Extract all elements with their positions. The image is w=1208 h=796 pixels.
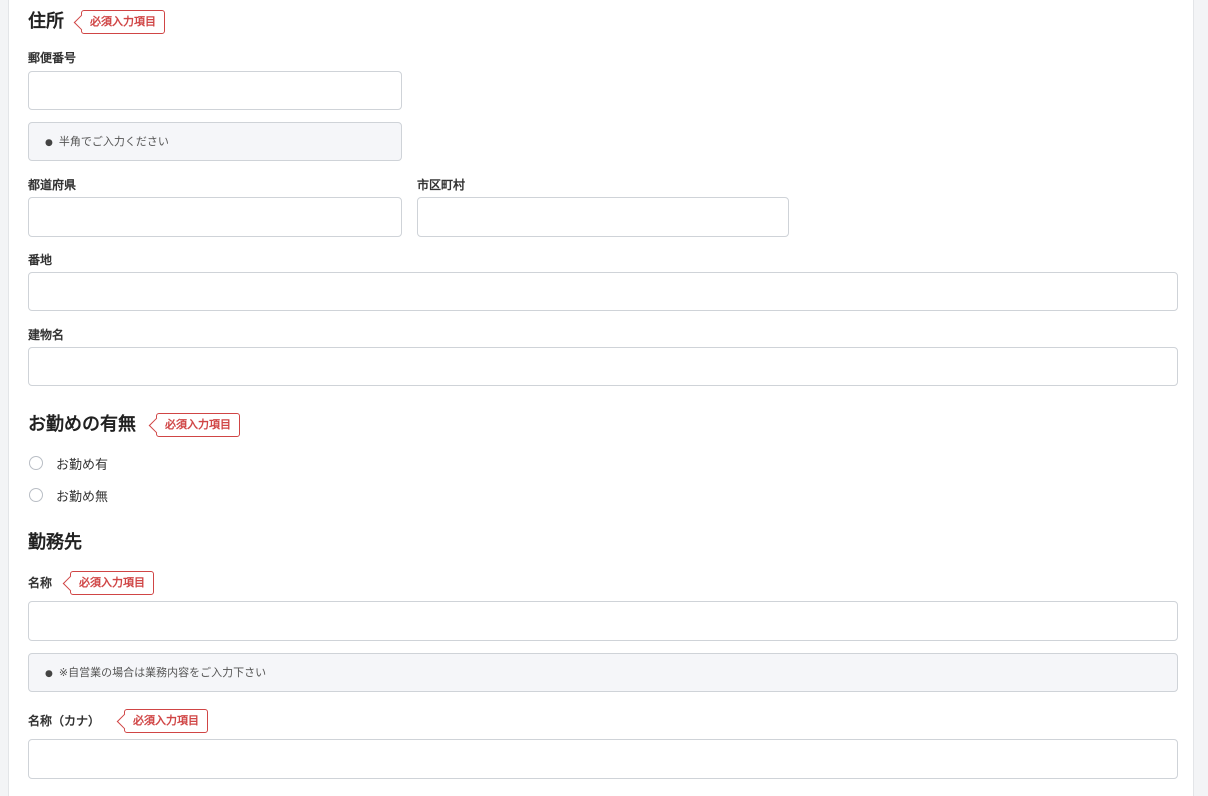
workplace-name-hint: ● ※自営業の場合は業務内容をご入力下さい — [28, 653, 1178, 692]
workplace-kana-input[interactable] — [28, 739, 1178, 779]
required-badge: 必須入力項目 — [70, 571, 154, 595]
right-scroll-edge — [1193, 0, 1208, 796]
left-scroll-edge — [0, 0, 9, 796]
postal-code-hint: ● 半角でご入力ください — [28, 122, 402, 161]
employment-option-yes[interactable]: お勤め有 — [29, 453, 108, 473]
workplace-kana-label: 名称（カナ） — [28, 714, 101, 728]
street-label: 番地 — [28, 253, 53, 267]
employment-option-label: お勤め無 — [56, 489, 109, 505]
building-label: 建物名 — [28, 328, 65, 342]
required-badge: 必須入力項目 — [124, 709, 208, 733]
radio-button[interactable] — [29, 456, 43, 470]
workplace-name-hint-text: ※自営業の場合は業務内容をご入力下さい — [58, 666, 267, 679]
street-input[interactable] — [28, 272, 1178, 311]
prefecture-label: 都道府県 — [28, 178, 77, 192]
postal-code-hint-text: 半角でご入力ください — [58, 135, 169, 148]
workplace-name-label: 名称 — [28, 576, 53, 590]
prefecture-input[interactable] — [28, 197, 402, 237]
workplace-section-title: 勤務先 — [28, 532, 82, 553]
employment-section-title: お勤めの有無 — [28, 414, 136, 435]
postal-code-input[interactable] — [28, 71, 402, 110]
city-input[interactable] — [417, 197, 789, 237]
employment-option-no[interactable]: お勤め無 — [29, 485, 108, 505]
workplace-name-input[interactable] — [28, 601, 1178, 641]
radio-button[interactable] — [29, 488, 43, 502]
bullet-icon: ● — [45, 669, 53, 679]
required-badge: 必須入力項目 — [81, 10, 165, 34]
bullet-icon: ● — [45, 138, 53, 148]
required-badge: 必須入力項目 — [156, 413, 240, 437]
postal-code-label: 郵便番号 — [28, 51, 77, 65]
city-label: 市区町村 — [417, 178, 466, 192]
building-input[interactable] — [28, 347, 1178, 386]
address-section-title: 住所 — [28, 11, 64, 32]
employment-option-label: お勤め有 — [56, 457, 109, 473]
